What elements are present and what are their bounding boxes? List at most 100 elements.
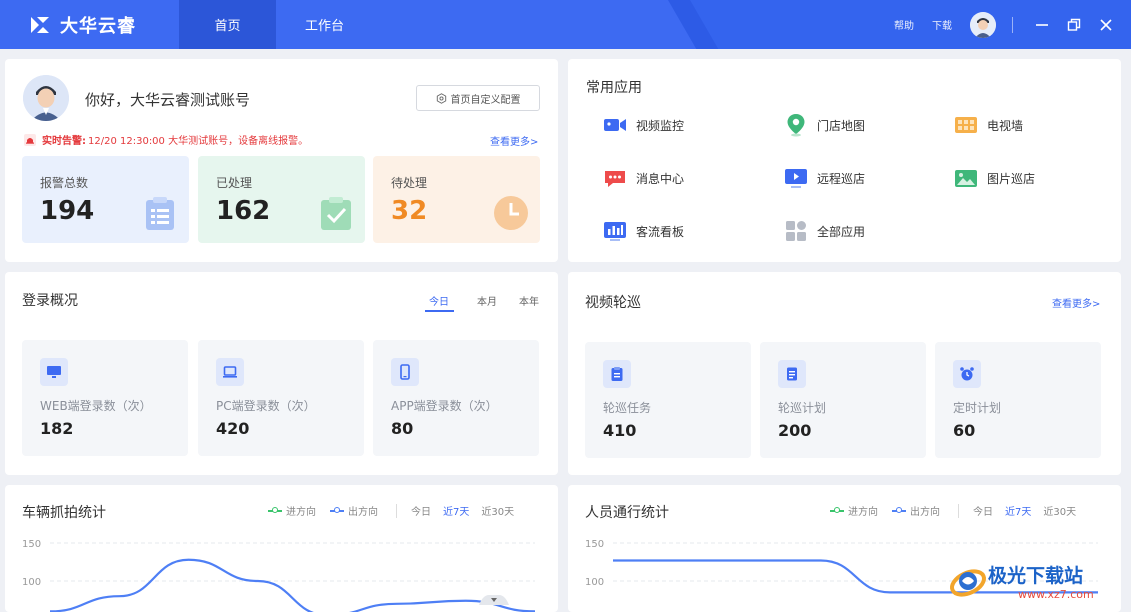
stat-label: 待处理 (391, 176, 428, 190)
legend-out-marker (330, 506, 344, 513)
login-tile-web[interactable]: WEB端登录数（次） 182 (22, 340, 188, 456)
plan-icon (778, 360, 806, 388)
tile-label: APP端登录数（次） (391, 399, 498, 413)
vehicle-stats-panel: 车辆抓拍统计 进方向 出方向 今日 近7天 近30天 150 100 (5, 485, 558, 612)
stat-label: 报警总数 (40, 176, 89, 190)
range-7days[interactable]: 近7天 (1005, 503, 1031, 518)
alarm-message[interactable]: 12/20 12:30:00 大华测试账号，设备离线报警。 (88, 132, 308, 147)
app-picture-patrol[interactable]: 图片巡店 (954, 166, 1035, 190)
profile-panel: 你好，大华云睿测试账号 首页自定义配置 实时告警: 12/20 12:30:00… (5, 59, 558, 262)
app-label: 视频监控 (636, 118, 685, 133)
help-link[interactable]: 帮助 (894, 17, 914, 32)
alarm-more-link[interactable]: 查看更多> (490, 133, 538, 148)
tile-label: WEB端登录数（次） (40, 399, 152, 413)
tab-month[interactable]: 本月 (477, 293, 497, 308)
checked-clipboard-icon (321, 197, 351, 230)
range-today[interactable]: 今日 (973, 503, 993, 518)
user-avatar[interactable] (970, 11, 996, 38)
app-label: 客流看板 (636, 224, 685, 239)
legend-out[interactable]: 出方向 (892, 503, 940, 518)
legend-out-label: 出方向 (910, 507, 940, 518)
app-label: 电视墙 (987, 118, 1024, 133)
stat-label: 已处理 (216, 176, 253, 190)
close-button[interactable] (1091, 10, 1121, 40)
person-legend: 进方向 出方向 今日 近7天 近30天 (830, 503, 1088, 518)
map-pin-icon (784, 113, 808, 137)
top-bar: 大华云睿 首页 工作台 帮助 下载 (0, 0, 1131, 49)
tv-wall-icon (954, 113, 978, 137)
video-more-link[interactable]: 查看更多> (1052, 295, 1100, 310)
app-label: 全部应用 (817, 224, 866, 239)
tab-today[interactable]: 今日 (429, 293, 449, 308)
stat-card-processed[interactable]: 已处理 162 (198, 156, 365, 243)
legend-in[interactable]: 进方向 (268, 503, 316, 518)
config-button-label: 首页自定义配置 (450, 94, 521, 106)
login-tile-app[interactable]: APP端登录数（次） 80 (373, 340, 539, 456)
legend-in-marker (830, 506, 844, 513)
collapse-tab-icon[interactable] (479, 593, 509, 605)
range-7days[interactable]: 近7天 (443, 503, 469, 518)
vehicle-chart: 150 100 (22, 539, 536, 612)
y-tick-label: 100 (22, 577, 41, 588)
login-title: 登录概况 (22, 293, 78, 309)
video-camera-icon (603, 113, 627, 137)
alarm-label: 实时告警: (42, 136, 86, 147)
tab-workbench[interactable]: 工作台 (276, 0, 373, 49)
legend-in[interactable]: 进方向 (830, 503, 878, 518)
tile-value: 182 (40, 419, 74, 438)
range-30days[interactable]: 近30天 (481, 503, 514, 518)
app-label: 远程巡店 (817, 171, 866, 186)
login-tile-pc[interactable]: PC端登录数（次） 420 (198, 340, 364, 456)
alarm-line: 实时告警: 12/20 12:30:00 大华测试账号，设备离线报警。 (24, 132, 308, 147)
divider (1012, 16, 1013, 33)
tab-year[interactable]: 本年 (519, 293, 539, 308)
legend-out-marker (892, 506, 906, 513)
stat-card-total[interactable]: 报警总数 194 (22, 156, 189, 243)
restore-button[interactable] (1059, 10, 1089, 40)
stat-value: 194 (40, 196, 95, 226)
stat-card-pending[interactable]: 待处理 32 (373, 156, 540, 243)
alarm-clock-icon (953, 360, 981, 388)
app-remote-patrol[interactable]: 远程巡店 (784, 166, 865, 190)
stat-value: 162 (216, 196, 271, 226)
app-tv-wall[interactable]: 电视墙 (954, 113, 1023, 137)
laptop-icon (216, 358, 244, 386)
video-tile-schedule[interactable]: 定时计划 60 (935, 342, 1101, 458)
app-store-map[interactable]: 门店地图 (784, 113, 865, 137)
vehicle-title: 车辆抓拍统计 (22, 505, 106, 521)
range-today[interactable]: 今日 (411, 503, 431, 518)
legend-in-marker (268, 506, 282, 513)
download-link[interactable]: 下载 (932, 17, 952, 32)
range-30days[interactable]: 近30天 (1043, 503, 1076, 518)
tab-home[interactable]: 首页 (179, 0, 276, 49)
tile-value: 410 (603, 421, 637, 440)
alarm-bell-icon (24, 133, 36, 146)
topbar-actions: 帮助 下载 (894, 0, 1131, 49)
legend-in-label: 进方向 (286, 507, 316, 518)
clipboard-icon (146, 197, 174, 230)
tile-value: 420 (216, 419, 250, 438)
app-label: 图片巡店 (987, 171, 1036, 186)
app-message-center[interactable]: 消息中心 (603, 166, 684, 190)
series-line (49, 558, 536, 612)
app-logo[interactable]: 大华云睿 (28, 12, 136, 38)
video-tile-plan[interactable]: 轮巡计划 200 (760, 342, 926, 458)
app-all-apps[interactable]: 全部应用 (784, 219, 865, 243)
clock-icon (494, 196, 528, 230)
traffic-board-icon (603, 219, 627, 243)
legend-out-label: 出方向 (348, 507, 378, 518)
legend-in-label: 进方向 (848, 507, 878, 518)
home-config-button[interactable]: 首页自定义配置 (416, 85, 540, 111)
restore-icon (1067, 18, 1081, 31)
person-title: 人员通行统计 (585, 505, 669, 521)
app-video-monitor[interactable]: 视频监控 (603, 113, 684, 137)
tile-label: 定时计划 (953, 401, 1002, 415)
tile-label: 轮巡任务 (603, 401, 652, 415)
video-tile-task[interactable]: 轮巡任务 410 (585, 342, 751, 458)
app-traffic-board[interactable]: 客流看板 (603, 219, 684, 243)
close-icon (1100, 18, 1112, 31)
minimize-button[interactable] (1027, 10, 1057, 40)
legend-out[interactable]: 出方向 (330, 503, 378, 518)
y-tick-label: 100 (585, 577, 604, 588)
apps-title: 常用应用 (586, 80, 642, 96)
